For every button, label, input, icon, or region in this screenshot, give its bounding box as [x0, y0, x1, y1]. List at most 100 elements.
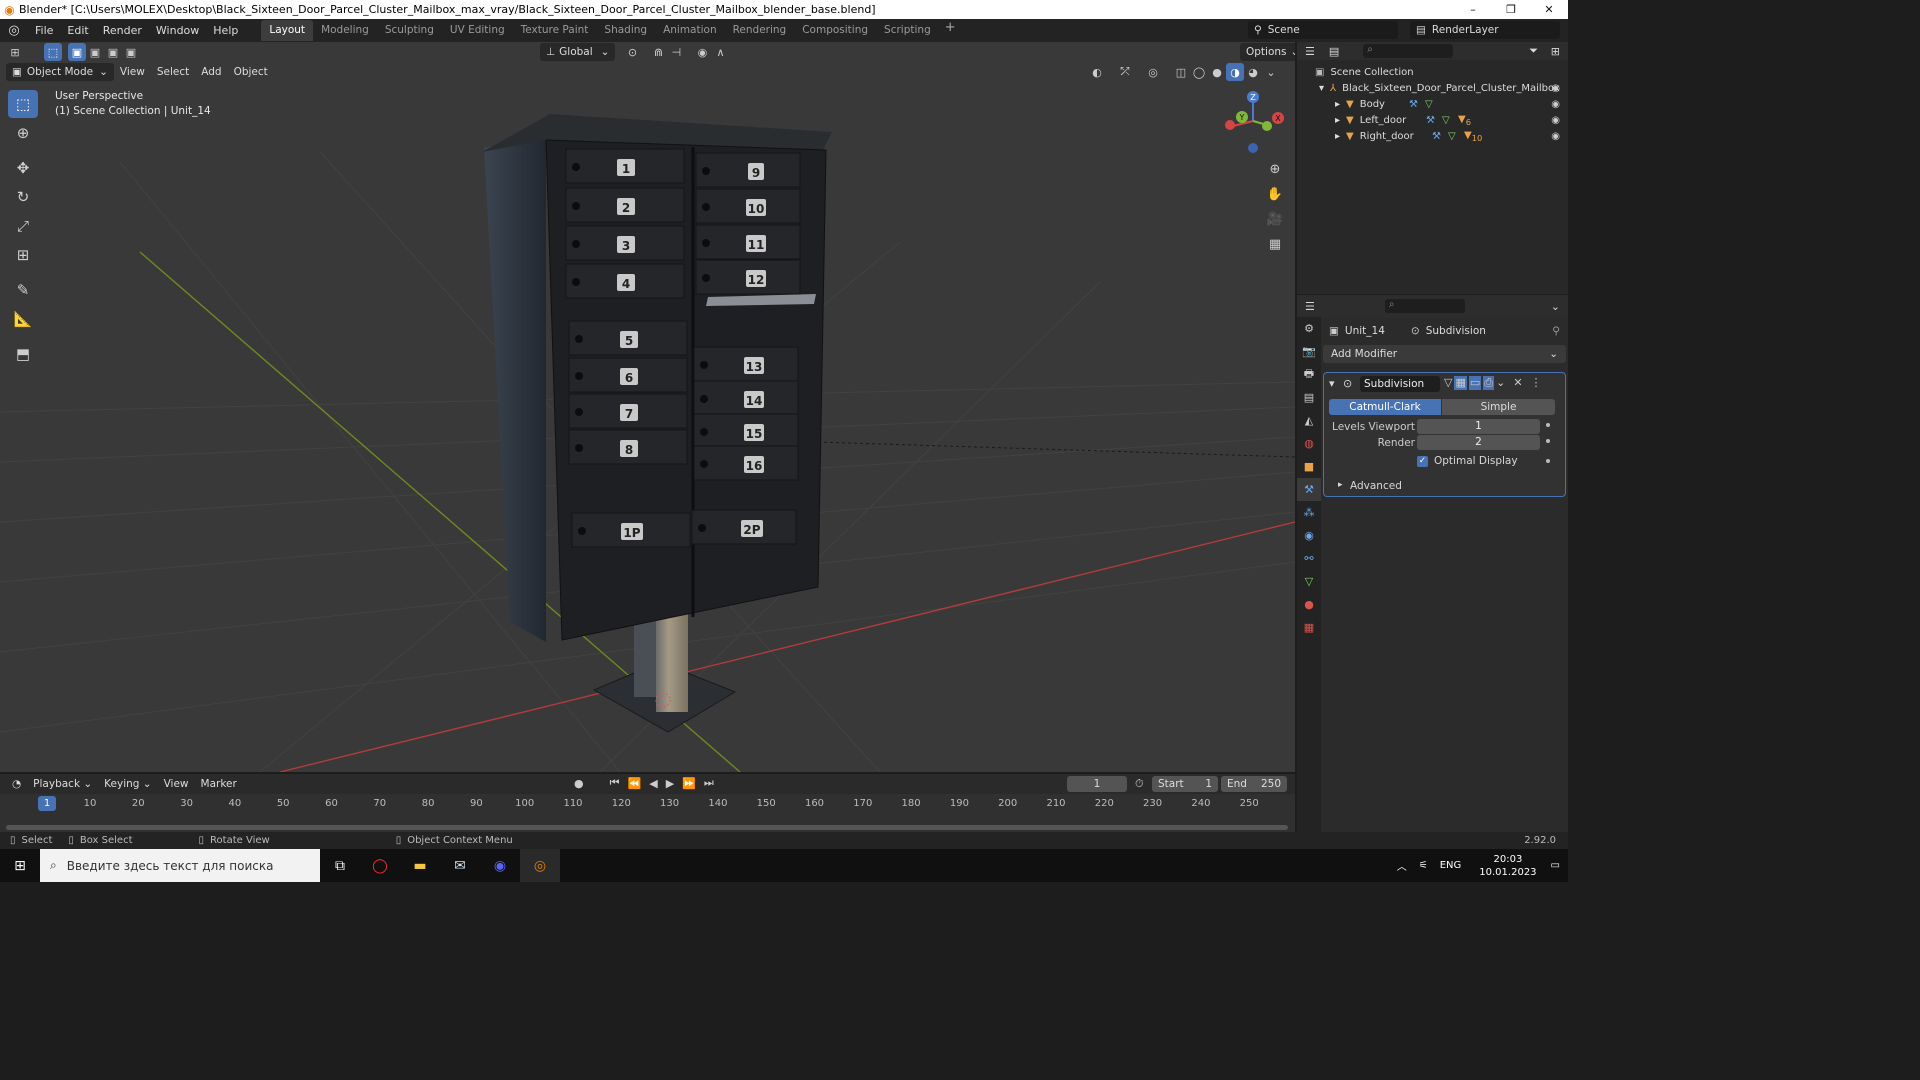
clock[interactable]: 20:03 10.01.2023: [1479, 853, 1536, 879]
menu-edit[interactable]: Edit: [60, 19, 95, 42]
move-tool-icon[interactable]: ✥: [8, 154, 38, 182]
outliner-scene-collection[interactable]: ▣ Scene Collection: [1297, 64, 1568, 80]
jump-end-icon[interactable]: ⏭: [704, 776, 714, 790]
falloff-icon[interactable]: ∧: [711, 43, 729, 61]
language-indicator[interactable]: ENG: [1440, 860, 1462, 871]
snap-icon[interactable]: ⋒: [649, 43, 667, 61]
transform-orientation-dropdown[interactable]: ⊥ Global ⌄: [540, 43, 616, 61]
tab-uv-editing[interactable]: UV Editing: [442, 20, 513, 41]
advanced-subpanel[interactable]: ▸ Advanced: [1324, 480, 1564, 496]
rotate-tool-icon[interactable]: ↻: [8, 183, 38, 211]
timeline-editor-type-icon[interactable]: ◔: [6, 778, 27, 790]
timer-icon[interactable]: ⏱: [1135, 777, 1144, 791]
tab-modeling[interactable]: Modeling: [313, 20, 377, 41]
collapse-chevron-icon[interactable]: ▾: [1329, 377, 1335, 390]
playhead[interactable]: 1: [38, 796, 56, 811]
expand-chevron-icon[interactable]: ▾: [1319, 83, 1324, 94]
keyframe-dot-icon[interactable]: [1546, 459, 1550, 463]
measure-tool-icon[interactable]: 📐: [8, 305, 38, 333]
material-shading-icon[interactable]: ◑: [1226, 63, 1244, 81]
pin-icon[interactable]: ⚲: [1552, 325, 1560, 337]
outliner-search-input[interactable]: ⌕: [1363, 44, 1454, 58]
menu-add[interactable]: Add: [195, 63, 227, 81]
optimal-display-checkbox[interactable]: ✓: [1417, 456, 1428, 467]
select-tool-icon[interactable]: ⬚: [44, 43, 62, 61]
properties-editor-icon[interactable]: ☰: [1305, 300, 1315, 313]
select-mode-invert-icon[interactable]: ▣: [122, 43, 140, 61]
modifier-name-field[interactable]: Subdivision: [1360, 376, 1440, 392]
menu-file[interactable]: File: [28, 19, 60, 42]
grid-view-icon[interactable]: ▦: [1265, 232, 1285, 257]
zoom-icon[interactable]: ⊕: [1265, 157, 1285, 182]
close-button[interactable]: ✕: [1530, 0, 1568, 19]
minimize-button[interactable]: –: [1454, 0, 1492, 19]
solid-shading-icon[interactable]: ●: [1208, 63, 1226, 81]
catmull-clark-button[interactable]: Catmull-Clark: [1329, 399, 1441, 415]
taskbar-search-input[interactable]: ⌕ Введите здесь текст для поиска: [40, 849, 320, 882]
world-tab-icon[interactable]: ◍: [1297, 432, 1321, 455]
menu-timeline-view[interactable]: View: [158, 778, 195, 790]
view-layer-tab-icon[interactable]: ▤: [1297, 386, 1321, 409]
display-mode-icon[interactable]: ▤: [1329, 45, 1339, 58]
blender-taskbar-icon[interactable]: ◎: [520, 849, 560, 882]
scene-selector[interactable]: ⚲ Scene: [1248, 21, 1398, 39]
render-tab-icon[interactable]: 📷: [1297, 340, 1321, 363]
select-mode-subtract-icon[interactable]: ▣: [104, 43, 122, 61]
viewport-toggle-icon[interactable]: ▭: [1468, 376, 1482, 390]
notifications-icon[interactable]: ▭: [1551, 860, 1560, 871]
select-mode-new-icon[interactable]: ▣: [68, 43, 86, 61]
tab-animation[interactable]: Animation: [655, 20, 725, 41]
rendered-shading-icon[interactable]: ◕: [1244, 63, 1262, 81]
outliner-editor-icon[interactable]: ☰: [1305, 45, 1315, 58]
current-frame-field[interactable]: 1: [1067, 776, 1127, 792]
tab-sculpting[interactable]: Sculpting: [377, 20, 442, 41]
blender-menu-icon[interactable]: ◎: [0, 23, 28, 38]
outliner-item-body[interactable]: ▸ ▼ Body ⚒ ▽ ◉: [1297, 96, 1568, 112]
timeline-scrollbar[interactable]: [6, 825, 1288, 830]
navigation-gizmo[interactable]: Z Y X: [1220, 88, 1290, 158]
xray-icon[interactable]: ◫: [1172, 63, 1190, 81]
tab-scripting[interactable]: Scripting: [876, 20, 939, 41]
play-icon[interactable]: ▶: [666, 777, 674, 790]
visibility-eye-icon[interactable]: ◉: [1551, 83, 1560, 94]
expand-chevron-icon[interactable]: ▸: [1335, 99, 1340, 110]
camera-view-icon[interactable]: 🎥: [1265, 207, 1285, 232]
visibility-eye-icon[interactable]: ◉: [1551, 115, 1560, 126]
transform-tool-icon[interactable]: ⊞: [8, 241, 38, 269]
physics-tab-icon[interactable]: ◉: [1297, 524, 1321, 547]
levels-viewport-field[interactable]: 1: [1417, 419, 1540, 434]
simple-button[interactable]: Simple: [1442, 399, 1555, 415]
jump-start-icon[interactable]: ⏮: [610, 776, 620, 790]
tab-compositing[interactable]: Compositing: [794, 20, 876, 41]
properties-search-input[interactable]: ⌕: [1384, 299, 1465, 313]
snap-target-icon[interactable]: ⊣: [667, 43, 685, 61]
edit-mode-toggle-icon[interactable]: ▽: [1444, 376, 1452, 390]
overlay-toggle-icon[interactable]: ◎: [1144, 63, 1162, 81]
record-icon[interactable]: ●: [574, 777, 584, 790]
render-levels-field[interactable]: 2: [1417, 435, 1540, 450]
tab-texture-paint[interactable]: Texture Paint: [513, 20, 597, 41]
play-reverse-icon[interactable]: ◀: [649, 777, 657, 790]
chevron-down-icon[interactable]: ⌄: [1551, 300, 1560, 313]
filter-icon[interactable]: ⏷: [1529, 44, 1538, 58]
shading-options-icon[interactable]: ⌄: [1262, 63, 1280, 81]
pan-hand-icon[interactable]: ✋: [1265, 182, 1285, 207]
timeline-ruler[interactable]: 1 10 20 30 40 50 60 70 80 90 100 110 120 130 140 150 16…: [0, 794, 1295, 816]
pivot-point-icon[interactable]: ⊙: [623, 43, 641, 61]
maximize-button[interactable]: ❐: [1492, 0, 1530, 19]
menu-keying[interactable]: Keying ⌄: [98, 778, 157, 790]
scene-tab-icon[interactable]: ◭: [1297, 409, 1321, 432]
tab-layout[interactable]: Layout: [261, 20, 314, 41]
gizmo-toggle-icon[interactable]: ⤱: [1116, 63, 1134, 81]
wireframe-shading-icon[interactable]: ◯: [1190, 63, 1208, 81]
editor-type-icon[interactable]: ⊞: [6, 43, 24, 61]
file-explorer-icon[interactable]: ▬: [400, 849, 440, 882]
keyframe-dot-icon[interactable]: [1546, 423, 1550, 427]
chevron-down-icon[interactable]: ⌄: [1496, 376, 1505, 390]
add-cube-tool-icon[interactable]: ⬒: [8, 340, 38, 368]
task-view-icon[interactable]: ⧉: [320, 849, 360, 882]
options-dropdown[interactable]: Options ⌄: [1240, 43, 1295, 61]
scale-tool-icon[interactable]: ⤢: [8, 212, 38, 240]
add-modifier-dropdown[interactable]: Add Modifier ⌄: [1323, 345, 1566, 363]
menu-playback[interactable]: Playback ⌄: [27, 778, 98, 790]
